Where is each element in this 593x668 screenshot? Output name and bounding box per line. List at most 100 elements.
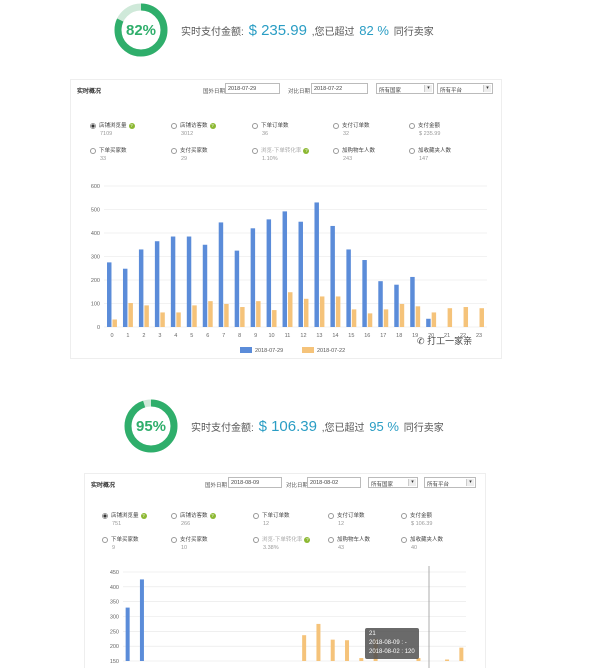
x-tick-label: 5 <box>190 333 193 339</box>
exceed-percent: 95 % <box>369 418 399 434</box>
bar-compare <box>112 319 117 327</box>
bar-compare <box>367 313 373 327</box>
summary-mid: ,您已超过 <box>321 422 365 434</box>
bar-compare <box>144 305 149 327</box>
x-tick-label: 16 <box>364 333 370 339</box>
bar-current <box>234 250 240 327</box>
bar-current <box>266 219 272 327</box>
bar-compare <box>302 635 307 661</box>
bar-current <box>186 236 192 327</box>
bar-current <box>138 249 144 327</box>
bar-current <box>122 268 128 327</box>
y-tick-label: 150 <box>110 659 119 665</box>
summary-prefix: 实时支付金额: <box>191 422 254 434</box>
summary-text-2: 实时支付金额: $ 106.39 ,您已超过 95 % 同行卖家 <box>191 418 444 435</box>
bar-current <box>330 225 335 327</box>
x-tick-label: 18 <box>396 333 402 339</box>
x-tick-label: 0 <box>110 333 113 339</box>
bar-current <box>107 262 112 327</box>
bar-compare <box>176 312 181 327</box>
x-tick-label: 15 <box>348 333 354 339</box>
bar-compare <box>351 309 357 327</box>
y-tick-label: 250 <box>110 629 119 635</box>
gauge-ring-1: 82% <box>114 3 168 57</box>
bar-compare <box>319 296 325 327</box>
x-tick-label: 14 <box>332 333 338 339</box>
bar-compare <box>303 298 309 327</box>
bar-compare <box>288 292 293 327</box>
summary-prefix: 实时支付金额: <box>181 26 244 38</box>
x-tick-label: 7 <box>222 333 225 339</box>
bar-current <box>314 202 319 327</box>
bar-compare <box>240 307 245 327</box>
bar-current <box>139 579 144 661</box>
wechat-icon: ✆ <box>417 336 425 346</box>
bar-current <box>394 284 399 327</box>
bar-compare <box>335 296 341 327</box>
bar-current <box>250 228 256 327</box>
x-tick-label: 9 <box>254 333 257 339</box>
y-tick-label: 500 <box>91 208 100 214</box>
summary-suffix: 同行卖家 <box>403 422 444 434</box>
bar-compare <box>399 303 405 327</box>
bar-compare <box>447 308 453 327</box>
tooltip-hour: 21 <box>369 631 376 637</box>
bar-current <box>154 241 160 327</box>
x-tick-label: 3 <box>158 333 161 339</box>
bar-compare <box>445 659 450 661</box>
tooltip-line-1: 2018-08-09 : - <box>369 640 407 646</box>
x-tick-label: 4 <box>174 333 177 339</box>
y-tick-label: 400 <box>110 585 119 591</box>
bar-compare <box>479 308 484 327</box>
x-tick-label: 8 <box>238 333 241 339</box>
x-tick-label: 12 <box>300 333 306 339</box>
y-tick-label: 0 <box>97 325 100 331</box>
bar-compare <box>192 305 197 327</box>
gauge-ring-2: 95% <box>124 399 178 453</box>
legend-swatch <box>240 347 252 353</box>
y-tick-label: 600 <box>91 184 100 190</box>
summary-mid: ,您已超过 <box>311 26 355 38</box>
bar-compare <box>316 623 321 661</box>
bar-current <box>125 607 130 661</box>
y-tick-label: 100 <box>91 302 100 308</box>
watermark: ✆ 打工一家亲 <box>417 334 472 347</box>
x-tick-label: 11 <box>285 333 291 339</box>
legend-label: 2018-07-22 <box>317 348 345 354</box>
y-tick-label: 200 <box>110 644 119 650</box>
x-tick-label: 2 <box>142 333 145 339</box>
y-tick-label: 300 <box>110 615 119 621</box>
bar-compare <box>431 312 437 327</box>
exceed-percent: 82 % <box>359 22 389 38</box>
bar-current <box>362 260 367 327</box>
summary-suffix: 同行卖家 <box>393 26 434 38</box>
y-tick-label: 200 <box>91 278 100 284</box>
tooltip-line-2: 2018-08-02 : 120 <box>369 649 415 655</box>
hourly-chart-1: 01002003004005006000 1 2 3 4 5 6 7 8 9 10 11 12 13 14 1… <box>91 184 487 354</box>
bar-current <box>298 221 303 327</box>
bar-compare <box>272 310 277 327</box>
bar-compare <box>128 303 133 327</box>
x-tick-label: 17 <box>380 333 386 339</box>
bar-compare <box>256 301 261 327</box>
bar-current <box>170 236 176 327</box>
bar-current <box>426 318 431 327</box>
bar-current <box>378 281 383 327</box>
x-tick-label: 10 <box>269 333 275 339</box>
realtime-panel-1: 实时概况 国外日期 2018-07-29 对比日期 2018-07-22 所有国… <box>71 80 501 358</box>
bar-compare <box>463 307 469 327</box>
bar-compare <box>160 312 165 327</box>
y-tick-label: 300 <box>91 255 100 261</box>
watermark-text: 打工一家亲 <box>427 336 473 346</box>
bar-current <box>346 249 351 327</box>
bar-compare <box>383 309 389 327</box>
bar-current <box>218 222 224 327</box>
x-tick-label: 13 <box>316 333 322 339</box>
hourly-chart-2: 150 200 250 300 350 400 450 <box>110 566 466 668</box>
x-tick-label: 1 <box>126 333 129 339</box>
bar-compare <box>208 301 213 327</box>
legend-label: 2018-07-29 <box>255 348 283 354</box>
x-tick-label: 6 <box>206 333 209 339</box>
chart-tooltip: 21 2018-08-09 : - 2018-08-02 : 120 <box>365 628 419 659</box>
gauge-percent-2: 95% <box>136 418 166 435</box>
